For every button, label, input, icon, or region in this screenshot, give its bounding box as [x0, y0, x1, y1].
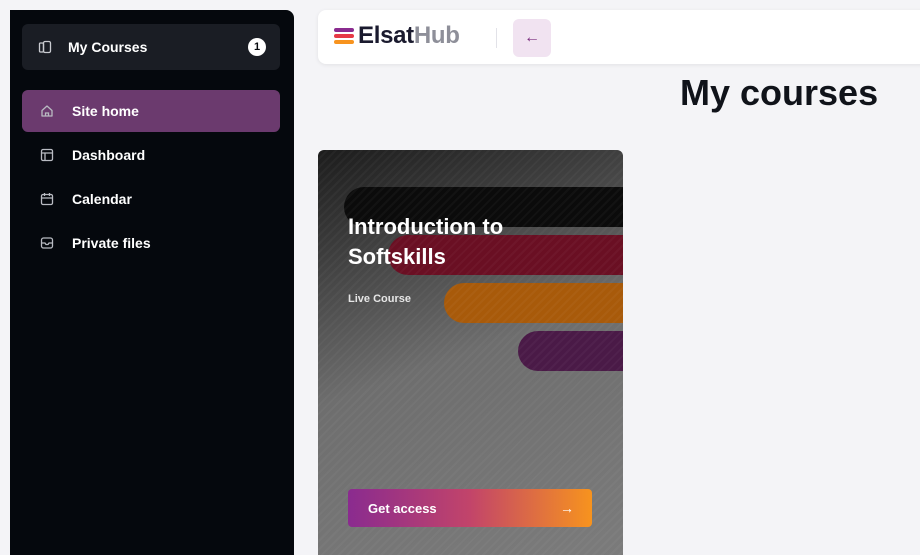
course-title: Introduction to Softskills [348, 214, 504, 269]
sidebar-item-label: Site home [72, 103, 139, 119]
sidebar: My Courses 1 Site home Dashboard Calenda… [10, 10, 294, 555]
course-type-label: Live Course [348, 293, 411, 305]
top-header: ElsatHub ← [318, 10, 920, 64]
sidebar-item-private-files[interactable]: Private files [22, 222, 280, 264]
back-button[interactable]: ← [513, 19, 551, 57]
sidebar-item-label: Private files [72, 235, 151, 251]
sidebar-item-calendar[interactable]: Calendar [22, 178, 280, 220]
logo-mark-icon [334, 28, 354, 44]
courses-icon [38, 40, 52, 54]
my-courses-button[interactable]: My Courses 1 [22, 24, 280, 70]
sidebar-item-label: Calendar [72, 191, 132, 207]
page-title: My courses [680, 72, 879, 113]
header-divider [496, 28, 497, 48]
course-card[interactable]: Introduction to Softskills Live Course G… [318, 150, 623, 555]
arrow-left-icon: ← [524, 29, 540, 46]
sidebar-item-dashboard[interactable]: Dashboard [22, 134, 280, 176]
sidebar-item-label: Dashboard [72, 147, 146, 163]
dashboard-icon [40, 148, 54, 162]
course-count-badge: 1 [248, 38, 266, 56]
get-access-button[interactable]: Get access → [348, 489, 592, 527]
arrow-right-icon: → [560, 500, 574, 516]
elsathub-logo[interactable]: ElsatHub [334, 22, 460, 50]
folder-icon [40, 236, 54, 250]
calendar-icon [40, 192, 54, 206]
home-icon [40, 104, 54, 118]
brand-name: ElsatHub [358, 22, 460, 49]
get-access-label: Get access [368, 500, 437, 516]
my-courses-label: My Courses [68, 39, 148, 55]
sidebar-item-site-home[interactable]: Site home [22, 90, 280, 132]
